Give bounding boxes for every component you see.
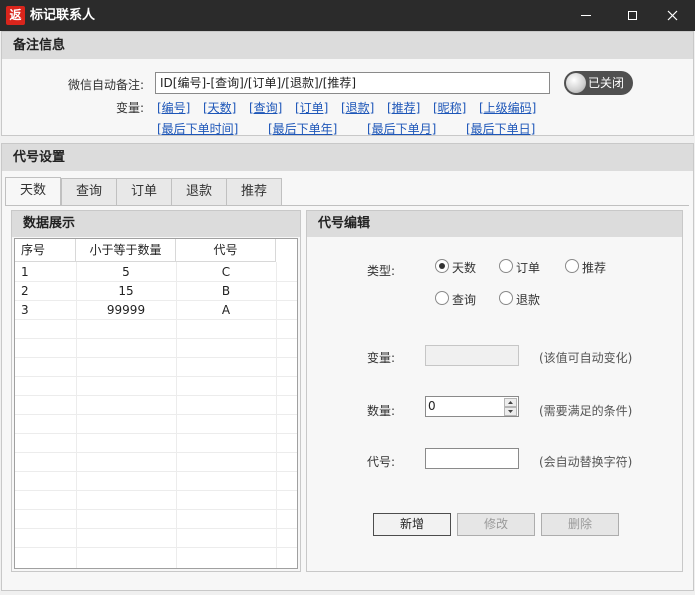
variable-hint: (该值可自动变化): [539, 351, 633, 365]
grid-line: [15, 414, 297, 415]
stepper-down-button[interactable]: [504, 407, 517, 416]
grid-line: [15, 547, 297, 548]
radio-days-label[interactable]: 天数: [452, 259, 476, 276]
grid-line: [15, 471, 297, 472]
variable-link-nickname[interactable]: [昵称]: [433, 99, 466, 116]
variable-link-refund[interactable]: [退款]: [341, 99, 374, 116]
radio-order[interactable]: [499, 259, 513, 273]
grid-line: [15, 490, 297, 491]
grid-line: [15, 338, 297, 339]
window-title: 标记联系人: [30, 8, 96, 23]
tab-query[interactable]: 查询: [61, 178, 117, 205]
toggle-label: 已关闭: [588, 76, 625, 90]
tab-refund[interactable]: 退款: [171, 178, 227, 205]
variable-link-last-order-year[interactable]: [最后下单年]: [268, 120, 337, 137]
chevron-down-icon: [508, 410, 513, 413]
grid-line: [15, 376, 297, 377]
grid-line: [15, 357, 297, 358]
quantity-hint: (需要满足的条件): [539, 404, 633, 418]
quantity-value: 0: [428, 399, 436, 413]
variable-link-parent-code[interactable]: [上级编码]: [479, 99, 536, 116]
code-settings-title: 代号设置: [2, 144, 693, 171]
type-label: 类型:: [367, 264, 396, 278]
auto-remark-input[interactable]: ID[编号]-[查询]/[订单]/[退款]/[推荐]: [155, 72, 550, 94]
title-bar: 返 标记联系人: [0, 0, 695, 31]
code-hint: (会自动替换字符): [539, 455, 633, 469]
minimize-button[interactable]: [563, 0, 609, 31]
variable-link-last-order-day[interactable]: [最后下单日]: [466, 120, 535, 137]
variable-field: [425, 345, 519, 366]
auto-remark-label: 微信自动备注:: [68, 78, 145, 92]
close-button[interactable]: [649, 0, 695, 31]
column-header-quantity[interactable]: 小于等于数量: [76, 239, 176, 262]
app-icon: 返: [6, 6, 25, 25]
data-table[interactable]: 序号 小于等于数量 代号 1 5 C 2 15 B 3 99999 A: [14, 238, 298, 569]
quantity-stepper[interactable]: 0: [425, 396, 519, 417]
cell-index: 3: [21, 303, 29, 317]
variable-link-last-order-time[interactable]: [最后下单时间]: [157, 120, 238, 137]
variable-link-last-order-month[interactable]: [最后下单月]: [367, 120, 436, 137]
tab-order[interactable]: 订单: [116, 178, 172, 205]
variable-link-days[interactable]: [天数]: [203, 99, 236, 116]
cell-code: C: [221, 265, 231, 279]
table-row[interactable]: 1 5 C: [15, 263, 297, 282]
radio-order-label[interactable]: 订单: [516, 259, 540, 276]
code-input[interactable]: [425, 448, 519, 469]
radio-query-label[interactable]: 查询: [452, 291, 476, 308]
tab-days[interactable]: 天数: [5, 177, 61, 206]
table-row[interactable]: 2 15 B: [15, 282, 297, 301]
variables-label: 变量:: [116, 101, 145, 115]
close-icon: [667, 10, 678, 21]
variable-link-id[interactable]: [编号]: [157, 99, 190, 116]
cell-code: A: [221, 303, 231, 317]
cell-quantity: 5: [122, 265, 130, 279]
radio-days[interactable]: [435, 259, 449, 273]
chevron-up-icon: [508, 401, 513, 404]
modify-button[interactable]: 修改: [457, 513, 535, 536]
cell-quantity: 99999: [106, 303, 146, 317]
grid-line: [15, 433, 297, 434]
variable-link-order[interactable]: [订单]: [295, 99, 328, 116]
grid-line: [15, 509, 297, 510]
column-header-code[interactable]: 代号: [176, 239, 276, 262]
auto-remark-toggle[interactable]: 已关闭: [564, 71, 633, 95]
quantity-label: 数量:: [367, 404, 396, 418]
cell-index: 2: [21, 284, 29, 298]
delete-button[interactable]: 删除: [541, 513, 619, 536]
cell-index: 1: [21, 265, 29, 279]
stepper-up-button[interactable]: [504, 398, 517, 407]
variable-link-query[interactable]: [查询]: [249, 99, 282, 116]
grid-line: [15, 528, 297, 529]
variable-link-recommend[interactable]: [推荐]: [387, 99, 420, 116]
code-edit-title: 代号编辑: [307, 211, 682, 237]
toggle-knob: [566, 73, 586, 93]
radio-query[interactable]: [435, 291, 449, 305]
radio-recommend-label[interactable]: 推荐: [582, 259, 606, 276]
tab-content-border: [5, 205, 689, 206]
radio-recommend[interactable]: [565, 259, 579, 273]
cell-quantity: 15: [118, 284, 134, 298]
remark-panel-title: 备注信息: [2, 32, 693, 59]
minimize-icon: [581, 15, 591, 16]
variable-label: 变量:: [367, 351, 396, 365]
add-button[interactable]: 新增: [373, 513, 451, 536]
tab-recommend[interactable]: 推荐: [226, 178, 282, 205]
radio-refund-label[interactable]: 退款: [516, 291, 540, 308]
code-label: 代号:: [367, 455, 396, 469]
table-row[interactable]: 3 99999 A: [15, 301, 297, 320]
cell-code: B: [221, 284, 231, 298]
data-display-title: 数据展示: [12, 211, 300, 237]
grid-line: [15, 452, 297, 453]
column-header-index[interactable]: 序号: [15, 239, 76, 262]
radio-refund[interactable]: [499, 291, 513, 305]
grid-line: [15, 395, 297, 396]
